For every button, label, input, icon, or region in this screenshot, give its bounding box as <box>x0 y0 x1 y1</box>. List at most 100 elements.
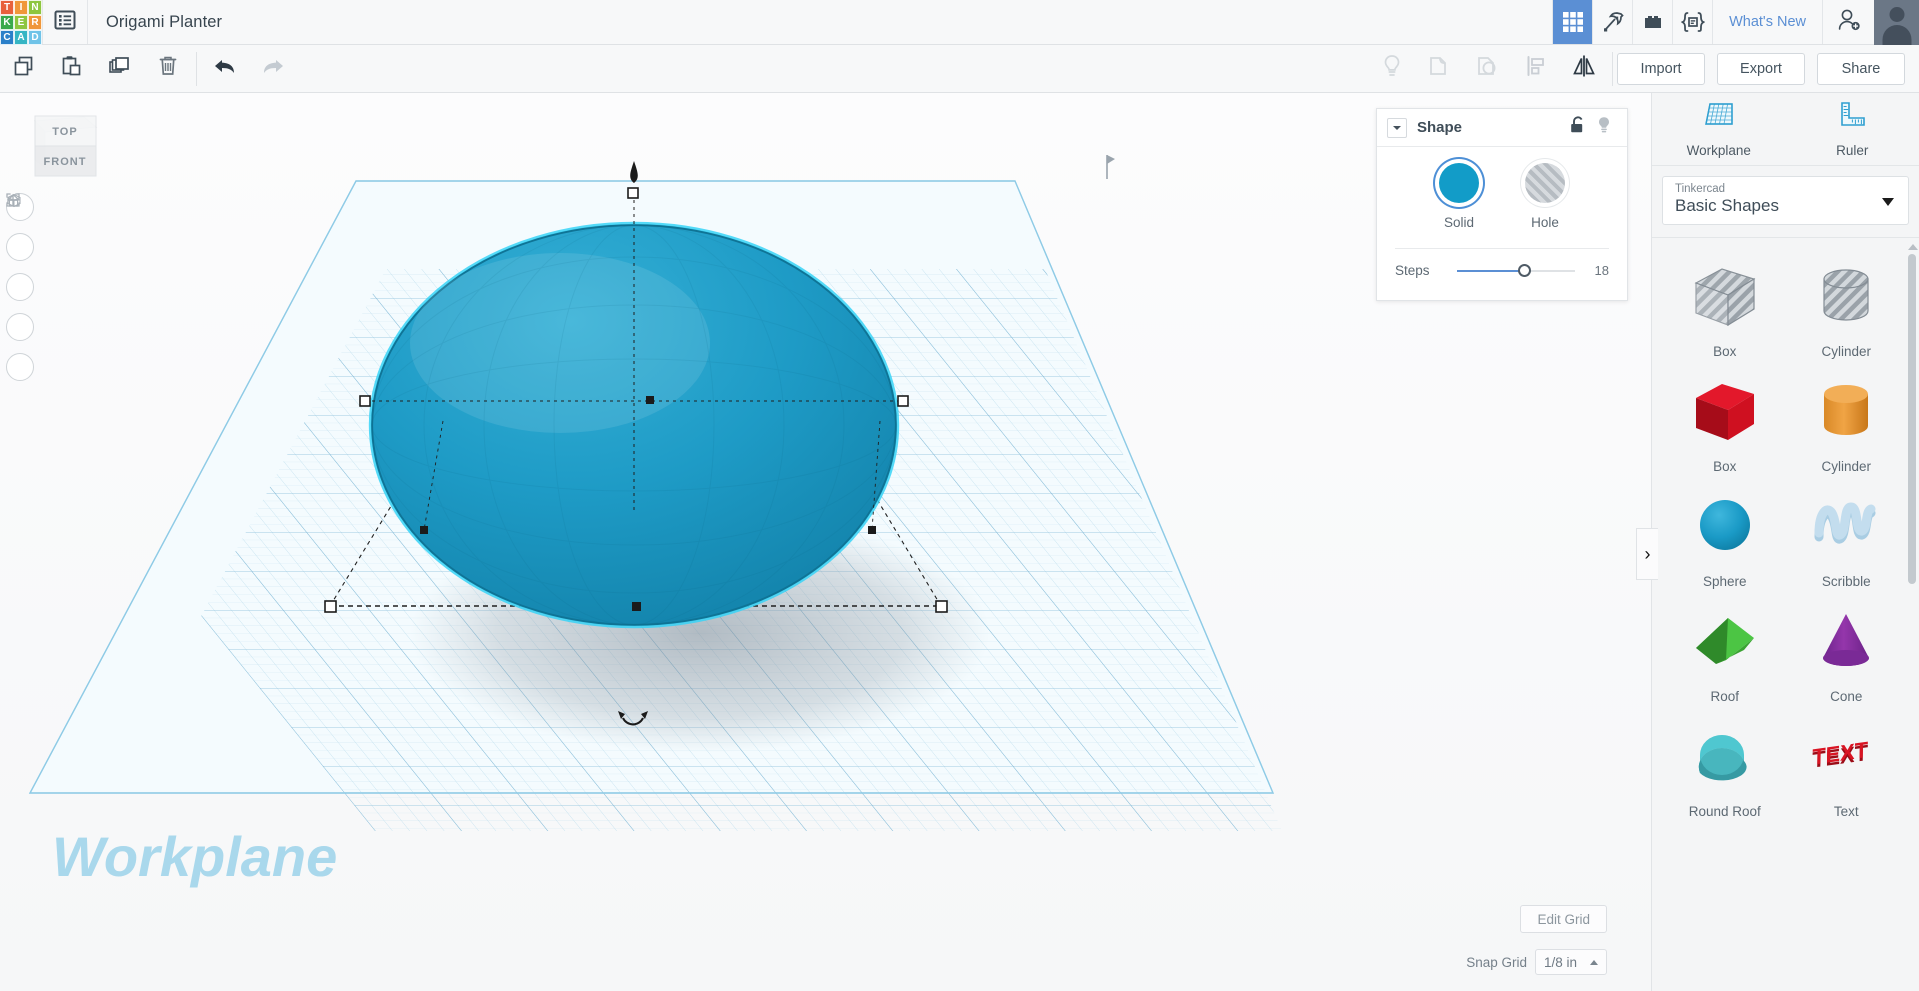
redo-button[interactable] <box>249 45 297 93</box>
shape-type-swatches: Solid Hole <box>1391 163 1613 230</box>
zoom-in-button[interactable] <box>6 194 34 301</box>
shape-panel-body: Solid Hole Steps 18 <box>1377 147 1627 300</box>
add-person-icon <box>1836 8 1862 37</box>
solid-swatch-option[interactable]: Solid <box>1439 163 1479 230</box>
copy-icon <box>12 54 36 83</box>
ungroup-icon <box>1475 53 1501 84</box>
front-depth-handle <box>632 602 641 611</box>
share-button[interactable]: Share <box>1817 52 1905 85</box>
snap-grid-select[interactable]: 1/8 in <box>1535 949 1607 975</box>
scroll-up-arrow-icon[interactable] <box>1908 244 1918 250</box>
ruler-tool[interactable]: Ruler <box>1786 93 1919 165</box>
shape-visibility-button[interactable] <box>1591 115 1617 140</box>
workplane-icon <box>1702 100 1736 137</box>
delete-button[interactable] <box>144 45 192 93</box>
object-tools <box>1368 45 1608 93</box>
front-left-corner-handle <box>324 600 337 613</box>
lego-brick-icon-button[interactable] <box>1632 0 1672 44</box>
align-button[interactable] <box>1512 45 1560 93</box>
hole-label: Hole <box>1531 215 1559 230</box>
invite-user-button[interactable] <box>1822 0 1874 44</box>
hole-pattern-circle <box>1525 163 1565 203</box>
snap-grid-label: Snap Grid <box>1466 954 1527 970</box>
caret-up-icon <box>1590 959 1598 965</box>
ruler-icon <box>1835 100 1869 137</box>
tinkercad-logo[interactable]: T I N K E R C A D <box>0 0 42 45</box>
export-button[interactable]: Export <box>1717 52 1805 85</box>
back-left-handle <box>420 526 428 534</box>
duplicate-icon <box>107 54 133 83</box>
designs-grid-icon-button[interactable] <box>1552 0 1593 44</box>
shapes-grid-wrap[interactable]: Box Cylinder Box Cylinder Sphere Scribbl… <box>1652 237 1919 991</box>
snap-grid-control: Snap Grid 1/8 in <box>1466 949 1607 975</box>
shape-item-cylinder-hole[interactable]: Cylinder <box>1786 250 1908 365</box>
workplane-tool[interactable]: Workplane <box>1652 93 1786 165</box>
shape-item-roof[interactable]: Roof <box>1664 595 1786 710</box>
avatar[interactable] <box>1874 0 1919 45</box>
shape-label: Cylinder <box>1821 459 1872 474</box>
library-selector-wrap: Tinkercad Basic Shapes <box>1652 166 1919 237</box>
shape-item-text[interactable]: TEXT TEXT Text <box>1786 710 1908 825</box>
logo-tile-r: R <box>28 15 42 30</box>
view-cube[interactable]: TOP FRONT <box>12 111 98 183</box>
roof-icon <box>1686 606 1764 683</box>
paste-button[interactable] <box>48 45 96 93</box>
notes-button[interactable] <box>1368 45 1416 93</box>
shape-item-scribble[interactable]: Scribble <box>1786 480 1908 595</box>
slider-knob[interactable] <box>1518 263 1532 277</box>
shape-item-box[interactable]: Box <box>1664 365 1786 480</box>
chevron-down-icon <box>1882 197 1894 206</box>
sidebar-tools: Workplane Ruler <box>1652 93 1919 165</box>
steps-value: 18 <box>1594 263 1609 278</box>
hole-swatch-option[interactable]: Hole <box>1525 163 1565 230</box>
shape-label: Roof <box>1710 689 1740 704</box>
shape-lock-button[interactable] <box>1565 115 1591 140</box>
center-handle <box>646 396 654 404</box>
scrollbar-thumb[interactable] <box>1908 254 1916 584</box>
top-bar: T I N K E R C A D Origami Planter What's… <box>0 0 1919 45</box>
sidebar-collapse-toggle[interactable]: › <box>1636 528 1658 580</box>
mirror-button[interactable] <box>1560 45 1608 93</box>
fit-to-view-button[interactable] <box>6 193 34 261</box>
shape-item-cylinder[interactable]: Cylinder <box>1786 365 1908 480</box>
ungroup-button[interactable] <box>1464 45 1512 93</box>
solid-label: Solid <box>1443 215 1475 230</box>
shape-item-cone[interactable]: Cone <box>1786 595 1908 710</box>
import-button[interactable]: Import <box>1617 52 1705 85</box>
unlock-icon <box>1569 115 1587 140</box>
shape-panel-collapse-button[interactable] <box>1387 117 1407 138</box>
codeblocks-icon <box>1680 11 1706 33</box>
toolbar-divider <box>196 51 197 86</box>
shape-item-box-hole[interactable]: Box <box>1664 250 1786 365</box>
view-cube-top-label: TOP <box>52 126 77 138</box>
edit-grid-button[interactable]: Edit Grid <box>1520 905 1607 933</box>
sphere-icon <box>1686 491 1764 568</box>
shape-library-dropdown[interactable]: Tinkercad Basic Shapes <box>1662 176 1909 225</box>
logo-tile-t: T <box>0 0 14 15</box>
group-button[interactable] <box>1416 45 1464 93</box>
codeblocks-icon-button[interactable] <box>1672 0 1712 44</box>
zoom-out-button[interactable] <box>6 199 34 341</box>
shapes-scrollbar[interactable] <box>1908 244 1918 604</box>
toolbar-divider-right <box>1612 51 1613 86</box>
shape-label: Round Roof <box>1688 804 1761 819</box>
whats-new-link[interactable]: What's New <box>1712 0 1822 44</box>
project-list-button[interactable] <box>42 0 88 44</box>
library-name: Basic Shapes <box>1675 196 1779 215</box>
minecraft-pickaxe-icon-button[interactable] <box>1592 0 1632 44</box>
cylinder-hole-icon <box>1807 261 1885 338</box>
undo-arrow-icon <box>211 55 239 82</box>
logo-tile-c: C <box>0 30 14 45</box>
lightbulb-icon <box>1380 53 1404 84</box>
copy-button[interactable] <box>0 45 48 93</box>
round-roof-icon <box>1686 721 1764 798</box>
undo-button[interactable] <box>201 45 249 93</box>
scribble-icon <box>1807 491 1885 568</box>
shape-item-sphere[interactable]: Sphere <box>1664 480 1786 595</box>
paste-icon <box>60 54 84 83</box>
clipboard-tools <box>0 45 192 93</box>
perspective-toggle-button[interactable] <box>6 193 34 381</box>
steps-slider[interactable] <box>1457 263 1575 278</box>
duplicate-button[interactable] <box>96 45 144 93</box>
shape-item-round-roof[interactable]: Round Roof <box>1664 710 1786 825</box>
